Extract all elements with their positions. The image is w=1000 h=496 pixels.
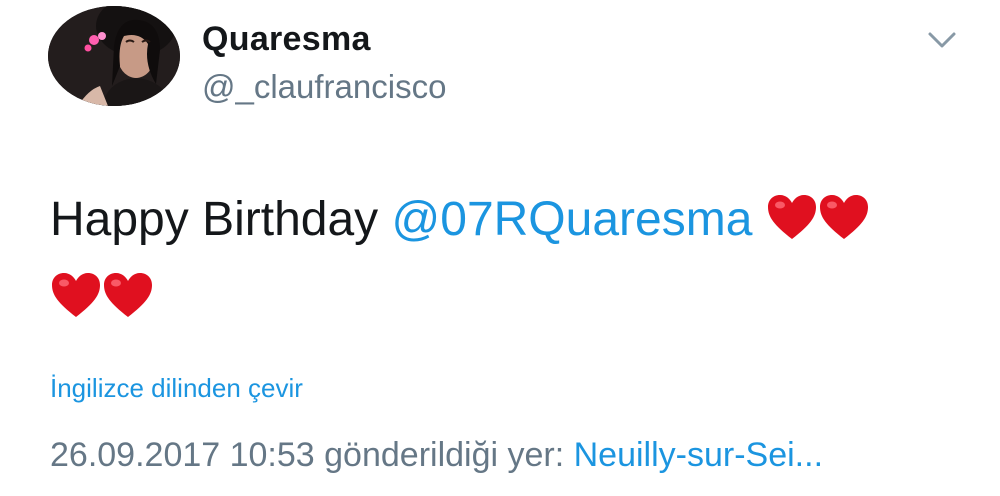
chevron-down-icon[interactable] — [924, 28, 960, 52]
red-heart-emoji — [818, 190, 870, 262]
display-name[interactable]: Quaresma — [202, 20, 371, 59]
tweet-text-prefix: Happy Birthday — [50, 193, 392, 246]
tweet-meta: 26.09.2017 10:53 gönderildiği yer: Neuil… — [50, 436, 823, 475]
translate-link[interactable]: İngilizce dilinden çevir — [50, 373, 303, 404]
location-prefix: gönderildiği yer: — [314, 436, 574, 474]
tweet-timestamp[interactable]: 26.09.2017 10:53 — [50, 436, 315, 474]
avatar-photo — [48, 6, 180, 106]
user-handle[interactable]: @_claufrancisco — [202, 68, 446, 106]
avatar[interactable] — [48, 6, 180, 106]
location-link[interactable]: Neuilly-sur-Sei... — [574, 436, 823, 474]
mention-link[interactable]: @07RQuaresma — [392, 193, 753, 246]
red-heart-emoji — [102, 268, 154, 340]
tweet-text: Happy Birthday @07RQuaresma — [50, 184, 950, 340]
red-heart-emoji — [766, 190, 818, 262]
red-heart-emoji — [50, 268, 102, 340]
